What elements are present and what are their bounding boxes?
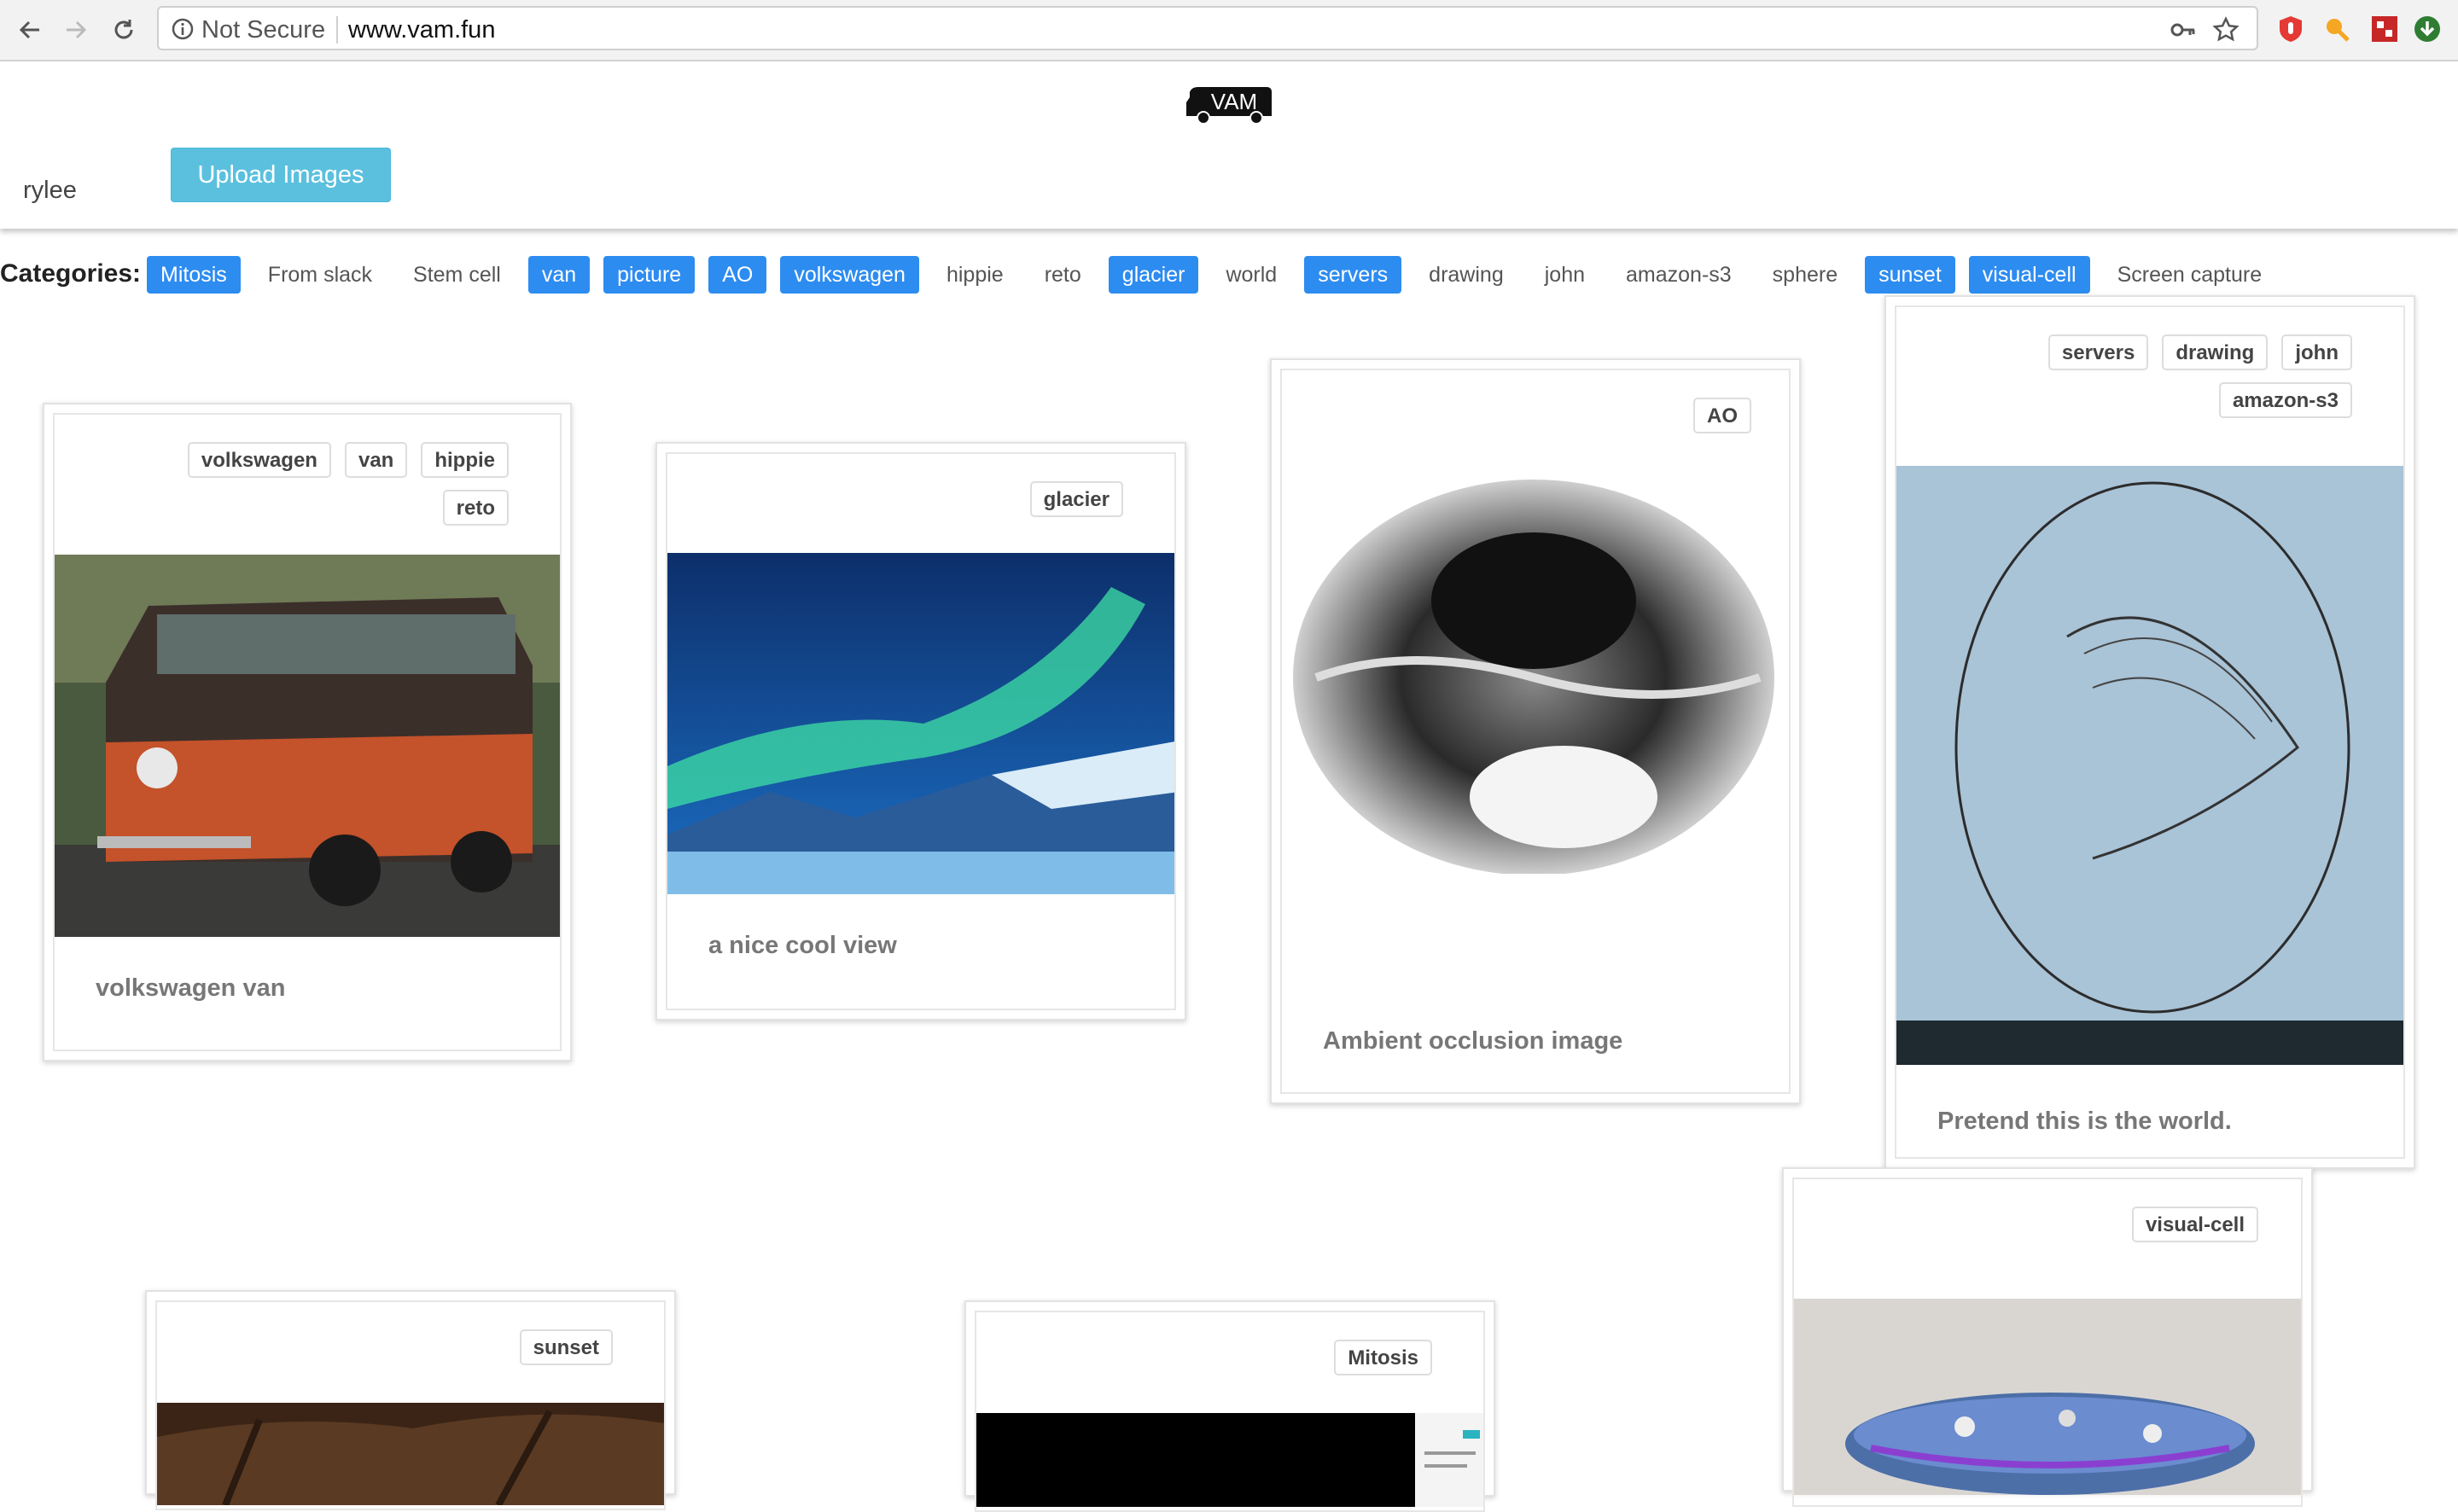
card-body: volkswagen van hippie reto volkswagen va… — [53, 413, 562, 1051]
card-image[interactable] — [1282, 473, 1789, 874]
card-caption: volkswagen van — [96, 974, 286, 1002]
category-chip[interactable]: world — [1212, 256, 1290, 294]
category-chip[interactable]: john — [1531, 256, 1599, 294]
card-body: glacier a nice cool view — [666, 452, 1176, 1010]
image-card[interactable]: servers drawing john amazon-s3 Pretend t… — [1884, 295, 2415, 1169]
tag[interactable]: servers — [2047, 334, 2149, 370]
back-arrow-icon — [19, 20, 39, 39]
tag[interactable]: amazon-s3 — [2218, 382, 2352, 418]
card-body: visual-cell — [1792, 1178, 2303, 1507]
address-bar[interactable]: Not Secure www.vam.fun — [157, 6, 2258, 50]
category-chip[interactable]: volkswagen — [780, 256, 919, 294]
forward-arrow-icon — [67, 20, 87, 39]
category-chip[interactable]: Stem cell — [399, 256, 515, 294]
category-chip[interactable]: reto — [1031, 256, 1095, 294]
category-chip[interactable]: sphere — [1759, 256, 1851, 294]
tag[interactable]: glacier — [1029, 481, 1123, 517]
tag-list: servers drawing john amazon-s3 — [1977, 334, 2352, 418]
card-image[interactable] — [1794, 1299, 2301, 1495]
tag-list: visual-cell — [2131, 1207, 2258, 1242]
image-card[interactable]: AO Ambient occlusion image — [1270, 358, 1801, 1104]
browser-toolbar: Not Secure www.vam.fun — [0, 0, 2458, 61]
category-chip[interactable]: AO — [708, 256, 767, 294]
card-caption: a nice cool view — [708, 932, 897, 959]
category-chip[interactable]: Mitosis — [147, 256, 241, 294]
forward-button[interactable] — [55, 9, 97, 51]
tag-list: volkswagen van hippie reto — [133, 442, 509, 526]
image-card[interactable]: visual-cell — [1782, 1167, 2313, 1507]
tag[interactable]: visual-cell — [2131, 1207, 2258, 1242]
card-image[interactable] — [157, 1403, 664, 1505]
image-card[interactable]: glacier a nice cool view — [655, 442, 1186, 1021]
tag[interactable]: van — [344, 442, 408, 478]
category-chip[interactable]: drawing — [1415, 256, 1517, 294]
card-body: Mitosis — [975, 1311, 1485, 1512]
username: rylee — [23, 177, 77, 204]
tag[interactable]: john — [2281, 334, 2352, 370]
tag[interactable]: sunset — [519, 1329, 613, 1365]
tag[interactable]: hippie — [421, 442, 509, 478]
logo-text: VAM — [1211, 89, 1257, 114]
card-image[interactable] — [55, 555, 560, 937]
card-image[interactable] — [976, 1413, 1483, 1507]
tag[interactable]: drawing — [2162, 334, 2269, 370]
security-label: Not Secure — [201, 16, 326, 44]
category-chip[interactable]: Screen capture — [2104, 256, 2276, 294]
card-body: AO Ambient occlusion image — [1280, 369, 1791, 1094]
omnibox-divider — [336, 16, 338, 44]
category-chip[interactable]: van — [527, 256, 591, 294]
extension-shield-icon[interactable] — [2274, 12, 2308, 46]
image-card[interactable]: sunset — [145, 1290, 676, 1510]
tag[interactable]: AO — [1693, 398, 1751, 433]
card-image[interactable] — [667, 553, 1174, 894]
upload-images-button[interactable]: Upload Images — [171, 148, 391, 202]
back-button[interactable] — [9, 9, 51, 51]
reload-button[interactable] — [102, 9, 145, 51]
category-chip[interactable]: sunset — [1865, 256, 1955, 294]
tag-list: glacier — [1029, 481, 1123, 517]
tag-list: Mitosis — [1334, 1340, 1432, 1375]
category-chip[interactable]: glacier — [1108, 256, 1199, 294]
app-header: VAM rylee Upload Images — [0, 61, 2458, 229]
image-card[interactable]: volkswagen van hippie reto volkswagen va… — [43, 403, 572, 1061]
key-icon[interactable] — [2170, 18, 2197, 42]
card-body: sunset — [155, 1300, 666, 1510]
extension-search-icon[interactable] — [2320, 12, 2354, 46]
category-chip[interactable]: picture — [603, 256, 696, 294]
image-card[interactable]: Mitosis — [964, 1300, 1495, 1512]
bookmark-star-icon[interactable] — [2212, 16, 2240, 44]
vam-logo[interactable]: VAM — [1185, 84, 1273, 131]
card-image[interactable] — [1896, 466, 2403, 1065]
categories-label: Categories: — [0, 259, 142, 288]
card-body: servers drawing john amazon-s3 Pretend t… — [1895, 305, 2405, 1159]
tag-list: AO — [1693, 398, 1751, 433]
tag[interactable]: volkswagen — [187, 442, 331, 478]
category-chip[interactable]: amazon-s3 — [1612, 256, 1745, 294]
card-caption: Ambient occlusion image — [1323, 1027, 1623, 1055]
category-chip[interactable]: visual-cell — [1968, 256, 2090, 294]
category-list: Mitosis From slack Stem cell van picture AO vo… — [147, 254, 2289, 295]
reload-icon — [114, 20, 133, 39]
info-icon[interactable] — [171, 17, 195, 41]
tag[interactable]: reto — [442, 490, 509, 526]
category-chip[interactable]: servers — [1304, 256, 1402, 294]
tag[interactable]: Mitosis — [1334, 1340, 1432, 1375]
category-chip[interactable]: hippie — [933, 256, 1017, 294]
category-chip[interactable]: From slack — [254, 256, 386, 294]
extension-download-icon[interactable] — [2410, 12, 2444, 46]
tag-list: sunset — [519, 1329, 613, 1365]
url-text[interactable]: www.vam.fun — [348, 16, 495, 44]
extension-grid-icon[interactable] — [2368, 12, 2402, 46]
card-caption: Pretend this is the world. — [1937, 1108, 2232, 1135]
categories-bar: Categories: Mitosis From slack Stem cell va… — [0, 254, 2458, 295]
